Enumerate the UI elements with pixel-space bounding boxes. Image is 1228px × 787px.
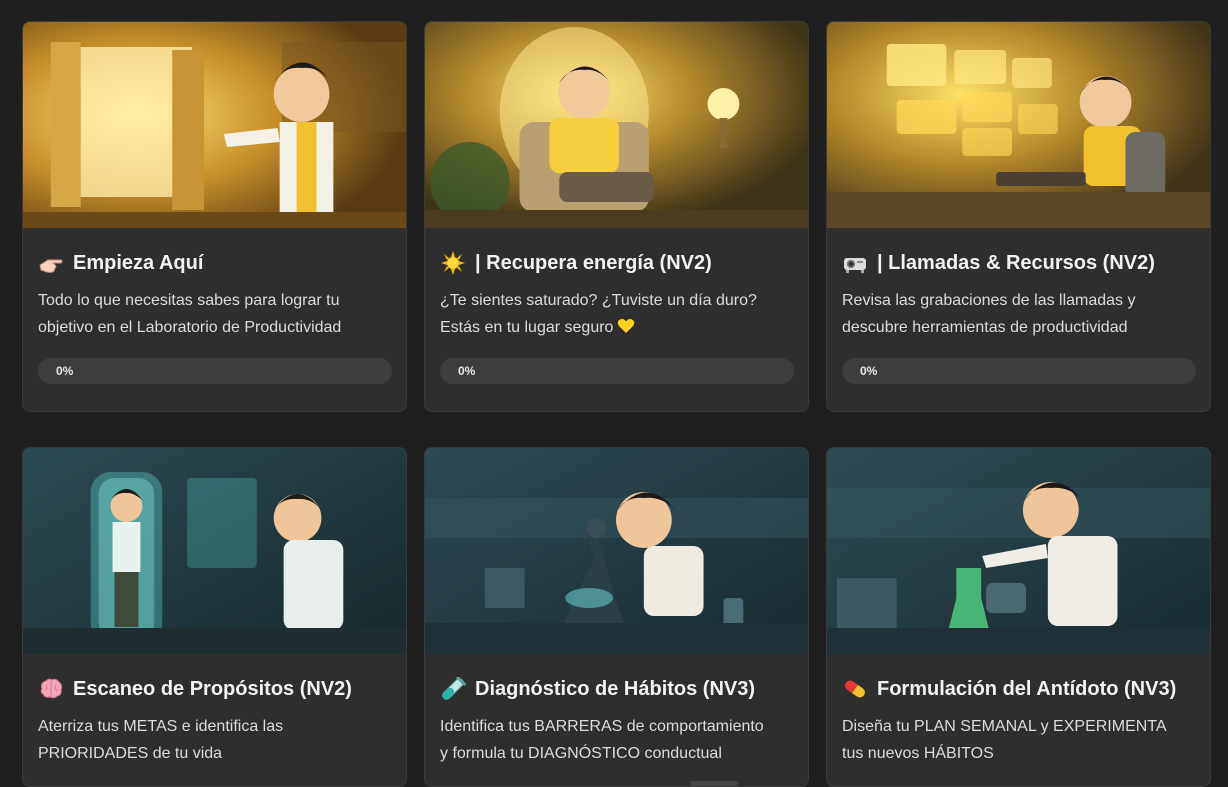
course-card-escaneo-propositos[interactable]: Escaneo de Propósitos (NV2) Aterriza tus… [22,447,407,787]
description-line: PRIORIDADES de tu vida [38,745,223,762]
description-text: Estás en tu lugar seguro [440,319,614,336]
course-description: Aterriza tus METAS e identifica las PRIO… [38,713,391,767]
course-description: Todo lo que necesitas sabes para lograr … [38,287,391,341]
course-thumbnail[interactable] [425,22,808,228]
description-line: Aterriza tus METAS e identifica las [38,718,284,735]
course-thumbnail[interactable] [425,448,808,654]
course-title[interactable]: Escaneo de Propósitos (NV2) [38,676,391,702]
progress-label: 0% [860,364,878,378]
course-title[interactable]: Empieza Aquí [38,250,391,276]
description-line: ¿Te sientes saturado? ¿Tuviste un día du… [440,292,757,309]
course-title-text: | Recupera energía (NV2) [475,251,712,274]
course-card-formulacion-antidoto[interactable]: Formulación del Antídoto (NV3) Diseña tu… [826,447,1211,787]
course-thumbnail[interactable] [827,448,1210,654]
course-thumbnail[interactable] [23,448,406,654]
course-thumbnail[interactable] [827,22,1210,228]
progress-bar: 0% [842,358,1196,384]
course-title[interactable]: Formulación del Antídoto (NV3) [842,676,1195,702]
course-description: Identifica tus BARRERAS de comportamient… [440,713,793,767]
description-line: tus nuevos HÁBITOS [842,745,994,762]
pointing-hand-icon [38,251,64,275]
description-line: objetivo en el Laboratorio de Productivi… [38,319,342,336]
pill-icon [842,677,868,701]
description-line: Diseña tu PLAN SEMANAL y EXPERIMENTA [842,718,1167,735]
progress-bar: 0% [38,358,392,384]
progress-label: 0% [458,364,476,378]
description-line: Revisa las grabaciones de las llamadas y [842,292,1136,309]
progress-bar: 0% [440,358,794,384]
description-line: Estás en tu lugar seguro [440,314,793,341]
sun-icon [440,251,466,275]
projector-icon [842,251,868,275]
course-title-text: Escaneo de Propósitos (NV2) [73,677,352,700]
description-line: Identifica tus BARRERAS de comportamient… [440,718,764,735]
course-title[interactable]: | Recupera energía (NV2) [440,250,793,276]
course-card-llamadas-recursos[interactable]: | Llamadas & Recursos (NV2) Revisa las g… [826,21,1211,412]
course-grid: Empieza Aquí Todo lo que necesitas sabes… [22,21,1211,787]
progress-label: 0% [56,364,74,378]
horizontal-scrollbar-thumb[interactable] [690,781,738,786]
course-thumbnail[interactable] [23,22,406,228]
course-title[interactable]: | Llamadas & Recursos (NV2) [842,250,1195,276]
description-line: y formula tu DIAGNÓSTICO conductual [440,745,722,762]
description-line: Todo lo que necesitas sabes para lograr … [38,292,340,309]
course-title-text: | Llamadas & Recursos (NV2) [877,251,1155,274]
test-tube-icon [440,677,466,701]
course-description: ¿Te sientes saturado? ¿Tuviste un día du… [440,287,793,341]
course-title-text: Diagnóstico de Hábitos (NV3) [475,677,756,700]
course-description: Diseña tu PLAN SEMANAL y EXPERIMENTA tus… [842,713,1195,767]
description-line: descubre herramientas de productividad [842,319,1128,336]
yellow-heart-icon [617,316,635,333]
course-card-recupera-energia[interactable]: | Recupera energía (NV2) ¿Te sientes sat… [424,21,809,412]
course-title-text: Empieza Aquí [73,251,204,274]
course-description: Revisa las grabaciones de las llamadas y… [842,287,1195,341]
course-card-empieza-aqui[interactable]: Empieza Aquí Todo lo que necesitas sabes… [22,21,407,412]
brain-icon [38,677,64,701]
course-title-text: Formulación del Antídoto (NV3) [877,677,1177,700]
course-card-diagnostico-habitos[interactable]: Diagnóstico de Hábitos (NV3) Identifica … [424,447,809,787]
course-title[interactable]: Diagnóstico de Hábitos (NV3) [440,676,793,702]
